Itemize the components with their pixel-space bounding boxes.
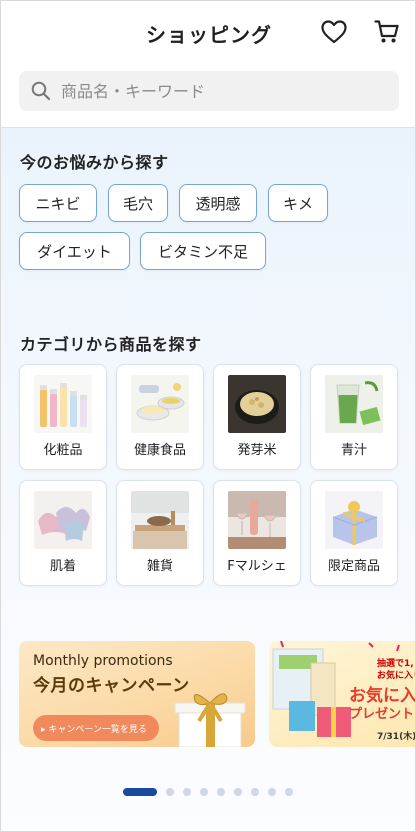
page-title: ショッピング — [146, 23, 272, 47]
search-icon — [31, 81, 51, 101]
concern-chip[interactable]: キメ — [268, 184, 328, 222]
f-marche-image — [228, 491, 286, 549]
health-food-image — [131, 375, 189, 433]
campaign-list-button[interactable]: ▸ キャンペーン一覧を見る — [33, 715, 159, 741]
carousel-dot[interactable] — [166, 788, 174, 796]
carousel-dot[interactable] — [234, 788, 242, 796]
carousel-dot-active[interactable] — [123, 788, 157, 796]
campaign-banner[interactable]: Monthly promotions 今月のキャンペーン ▸ キャンペーン一覧を… — [19, 641, 255, 747]
cosmetics-image — [34, 375, 92, 433]
banner-title: 今月のキャンペーン — [33, 676, 190, 696]
carousel-dot[interactable] — [217, 788, 225, 796]
category-tile-rice[interactable]: 発芽米 — [213, 364, 301, 470]
heart-icon[interactable] — [319, 17, 349, 47]
category-tile-goods[interactable]: 雑貨 — [116, 480, 204, 586]
underwear-image — [34, 491, 92, 549]
carousel-dot[interactable] — [183, 788, 191, 796]
app-frame: ショッピング 今のお悩みから探す ニキビ 毛穴 透明感 キメ ダイエット ビタミ… — [0, 0, 416, 832]
category-label: 健康食品 — [133, 443, 186, 458]
cart-icon[interactable] — [372, 17, 402, 47]
category-label: 青汁 — [340, 443, 367, 458]
category-label: 雑貨 — [146, 559, 173, 574]
goods-image — [131, 491, 189, 549]
concern-chip[interactable]: ニキビ — [19, 184, 97, 222]
category-tile-underwear[interactable]: 肌着 — [19, 480, 107, 586]
carousel-dot[interactable] — [285, 788, 293, 796]
category-tile-cosmetics[interactable]: 化粧品 — [19, 364, 107, 470]
search-input[interactable] — [61, 81, 361, 101]
carousel-dot[interactable] — [200, 788, 208, 796]
concern-chip[interactable]: ダイエット — [19, 232, 130, 270]
category-label: 肌着 — [49, 559, 76, 574]
concern-chip[interactable]: ビタミン不足 — [140, 232, 266, 270]
carousel-dot[interactable] — [251, 788, 259, 796]
category-label: 化粧品 — [43, 443, 83, 458]
category-tile-limited[interactable]: 限定商品 — [310, 480, 398, 586]
category-tile-aojiru[interactable]: 青汁 — [310, 364, 398, 470]
banner-subtitle: Monthly promotions — [33, 653, 173, 669]
carousel-pagination — [1, 788, 415, 798]
banner-line1: 抽選で1, — [377, 659, 414, 669]
concerns-section-title: 今のお悩みから探す — [20, 153, 169, 172]
present-banner[interactable]: 抽選で1, お気に入り3 お気に入 プレゼント 7/31(木) — [269, 641, 416, 747]
aojiru-image — [325, 375, 383, 433]
category-label: 発芽米 — [237, 443, 277, 458]
category-tile-health-food[interactable]: 健康食品 — [116, 364, 204, 470]
category-label: 限定商品 — [327, 559, 380, 574]
carousel-dot[interactable] — [268, 788, 276, 796]
banner-sub: プレゼント — [349, 707, 415, 722]
concern-chip[interactable]: 毛穴 — [108, 184, 168, 222]
header: ショッピング — [1, 1, 415, 65]
categories-section-title: カテゴリから商品を探す — [20, 335, 202, 354]
category-label: Fマルシェ — [227, 559, 287, 574]
banner-date: 7/31(木) — [377, 732, 416, 742]
limited-gift-image — [325, 491, 383, 549]
category-tile-f-marche[interactable]: Fマルシェ — [213, 480, 301, 586]
germinated-rice-image — [228, 375, 286, 433]
search-bar[interactable] — [19, 71, 399, 111]
concern-chip[interactable]: 透明感 — [179, 184, 257, 222]
gift-box-icon — [174, 693, 246, 747]
